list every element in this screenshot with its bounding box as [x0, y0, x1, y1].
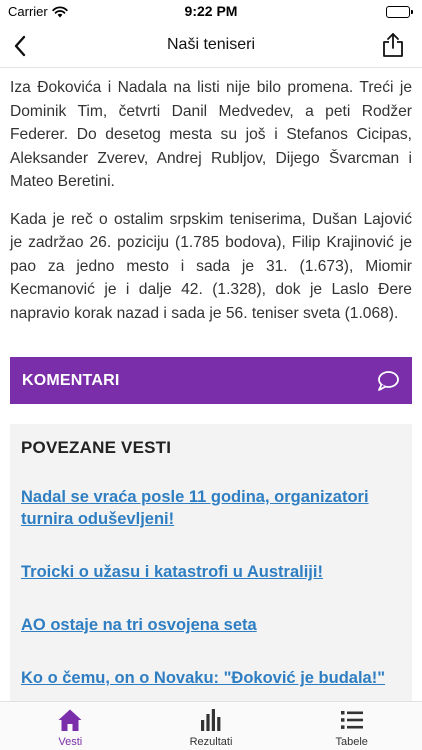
article-paragraph: Kada je reč o ostalim srpskim teniserima… [10, 210, 412, 322]
tab-bar: Vesti Rezultati Tabele [0, 701, 422, 750]
share-icon [383, 33, 403, 57]
home-icon [57, 707, 83, 733]
comments-button[interactable]: KOMENTARI [10, 357, 412, 404]
navigation-bar: Naši teniseri [0, 24, 422, 68]
tab-label: Rezultati [189, 736, 233, 748]
related-news-list: Nadal se vraća posle 11 godina, organiza… [21, 486, 401, 689]
tab-label: Tabele [335, 736, 368, 748]
related-news-link[interactable]: Ko o čemu, on o Novaku: "Đoković je buda… [21, 667, 401, 689]
related-news-link[interactable]: Troicki o užasu i katastrofi u Australij… [21, 561, 401, 583]
page-title: Naši teniseri [166, 36, 256, 53]
related-news-link[interactable]: Nadal se vraća posle 11 godina, organiza… [21, 486, 401, 530]
comment-bubble-icon [378, 371, 399, 391]
tab-rezultati[interactable]: Rezultati [141, 702, 282, 750]
related-news-title: POVEZANE VESTI [21, 438, 172, 457]
tab-tabele[interactable]: Tabele [281, 702, 422, 750]
share-button[interactable] [378, 28, 408, 62]
list-icon [339, 707, 365, 733]
comments-label: KOMENTARI [22, 371, 120, 389]
related-news-link[interactable]: AO ostaje na tri osvojena seta [21, 614, 401, 636]
status-time: 9:22 PM [184, 3, 238, 19]
tab-vesti[interactable]: Vesti [0, 702, 141, 750]
article-body: Iza Đokovića i Nadala na listi nije bilo… [10, 76, 412, 339]
battery-icon [386, 6, 413, 18]
article-paragraph: Iza Đokovića i Nadala na listi nije bilo… [10, 79, 412, 190]
tab-label: Vesti [58, 736, 83, 748]
related-news-section: POVEZANE VESTI Nadal se vraća posle 11 g… [10, 424, 412, 702]
bar-chart-icon [198, 707, 224, 733]
status-bar: Carrier 9:22 PM [0, 0, 422, 24]
